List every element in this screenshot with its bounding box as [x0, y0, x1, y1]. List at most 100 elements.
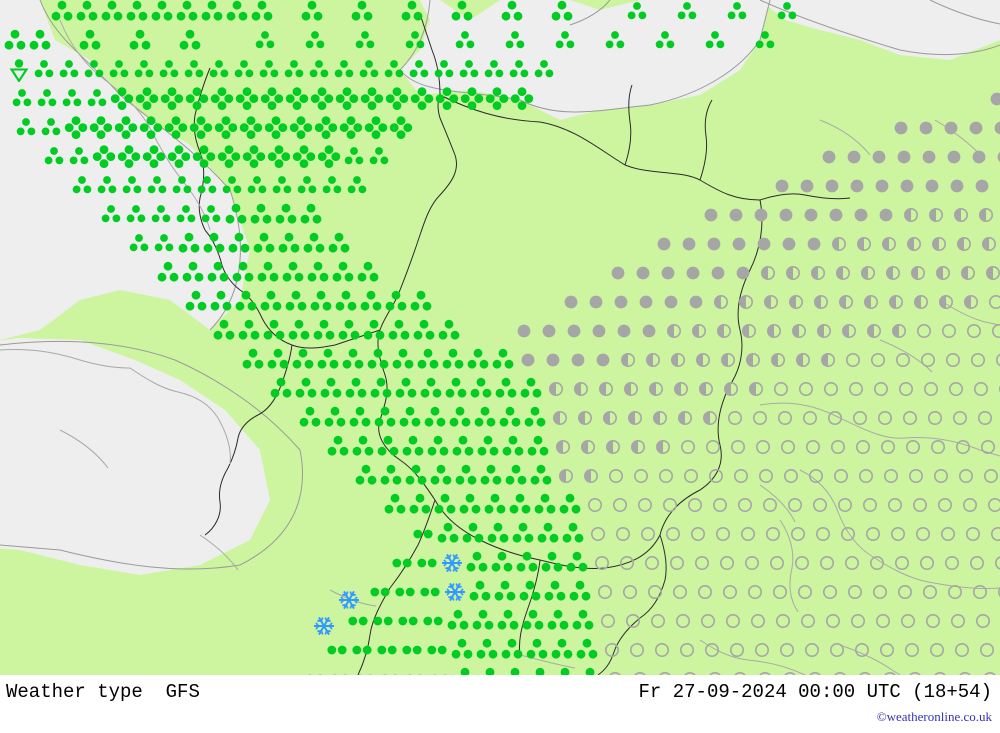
mostly-cloudy-icon: [499, 406, 520, 427]
station-symbol: [351, 435, 375, 459]
station-symbol: [202, 232, 226, 256]
partly-cloudy-disc-icon: [932, 237, 947, 251]
station-symbol: [648, 406, 672, 430]
clear-sky-icon: [709, 469, 724, 483]
partly-cloudy-disc-icon: [889, 295, 903, 309]
station-symbol: [729, 464, 753, 488]
clear-sky-icon: [959, 469, 974, 483]
station-symbol: [629, 464, 653, 488]
partly-cloudy-disc-icon: [720, 353, 735, 367]
partly-cloudy-disc-icon: [760, 266, 775, 280]
station-symbol: [371, 609, 395, 633]
partly-cloudy-disc-icon: [674, 382, 689, 396]
station-symbol: [478, 667, 502, 675]
station-symbol: [383, 493, 407, 517]
station-symbol: [858, 493, 882, 517]
station-symbol: [948, 406, 972, 430]
station-symbol: [482, 58, 506, 82]
partly-cloudy-disc-icon: [624, 382, 639, 396]
clear-sky-icon: [937, 498, 952, 512]
weather-map[interactable]: [0, 0, 1000, 675]
product-title-text: Weather type: [6, 681, 143, 703]
product-title: Weather type GFS: [6, 681, 200, 703]
cloud-small-icon: [62, 89, 82, 107]
overcast-disc-icon: [829, 208, 843, 222]
clear-sky-icon: [859, 672, 871, 675]
station-symbol: [753, 29, 777, 53]
station-symbol: [693, 580, 717, 604]
clear-sky-icon: [920, 353, 935, 367]
overcast-disc-icon: [521, 353, 535, 367]
station-symbol: [586, 522, 610, 546]
station-symbol: [765, 551, 789, 575]
clear-sky-icon: [773, 585, 787, 599]
station-symbol: [396, 609, 420, 633]
partly-cloudy-disc-icon: [702, 411, 717, 425]
mostly-cloudy-icon: [225, 203, 247, 224]
mostly-cloudy-icon: [295, 377, 317, 398]
partly-cloudy-disc-icon: [910, 266, 925, 280]
station-symbol: [677, 232, 701, 256]
station-symbol: [471, 609, 495, 633]
clear-sky-icon: [809, 672, 821, 675]
station-symbol: [450, 638, 474, 662]
mostly-cloudy-icon: [576, 638, 598, 659]
partly-cloudy-disc-icon: [857, 237, 872, 251]
station-symbol: [726, 435, 750, 459]
mostly-cloudy-icon: [301, 0, 323, 21]
clear-sky-icon: [604, 643, 619, 657]
model-name: GFS: [165, 681, 200, 703]
cloudy-overcast-icon: [235, 87, 259, 110]
station-symbol: [911, 522, 935, 546]
station-symbol: [604, 464, 628, 488]
cloud-small-icon: [109, 60, 129, 78]
mostly-cloudy-icon: [263, 319, 285, 340]
clear-sky-icon: [987, 498, 1000, 512]
clear-sky-icon: [852, 411, 867, 425]
station-symbol: [848, 406, 872, 430]
station-symbol: [795, 174, 819, 198]
cloud-small-icon: [627, 2, 647, 20]
station-symbol: [284, 290, 308, 314]
station-symbol: [536, 522, 560, 546]
clear-sky-icon: [856, 440, 870, 454]
station-symbol: [95, 174, 119, 198]
mostly-cloudy-icon: [467, 348, 489, 369]
station-symbol: [946, 609, 970, 633]
partly-cloudy-green-icon: [416, 558, 437, 568]
station-symbol: [801, 435, 825, 459]
station-symbol: [709, 290, 733, 314]
station-symbol: [826, 435, 850, 459]
mostly-cloudy-icon: [447, 609, 469, 630]
station-symbol: [303, 667, 327, 675]
mostly-cloudy-icon: [367, 348, 389, 369]
clear-sky-icon: [806, 440, 820, 454]
station-symbol: [637, 319, 661, 343]
clear-sky-icon: [919, 556, 934, 570]
station-symbol: [232, 58, 256, 82]
station-symbol: [612, 319, 636, 343]
station-symbol: [818, 580, 842, 604]
mostly-cloudy-icon: [585, 667, 595, 675]
clear-sky-icon: [619, 556, 634, 570]
overcast-disc-icon: [611, 266, 624, 280]
station-symbol: [325, 638, 349, 662]
clear-sky-icon: [769, 556, 784, 570]
station-symbol: [378, 667, 402, 675]
clear-sky-icon: [809, 469, 824, 483]
station-symbol: [285, 87, 309, 111]
overcast-disc-icon: [661, 266, 674, 280]
station-symbol: [761, 522, 785, 546]
station-symbol: [225, 0, 249, 24]
station-symbol: [3, 29, 27, 53]
clear-sky-icon: [719, 556, 734, 570]
station-symbol: [698, 406, 722, 430]
station-symbol: [533, 493, 557, 517]
mostly-cloudy-icon: [360, 290, 382, 311]
station-symbol: [32, 58, 56, 82]
station-symbol: [608, 493, 632, 517]
station-symbol: [369, 377, 393, 401]
station-symbol: [548, 406, 572, 430]
station-symbol: [309, 290, 333, 314]
station-symbol: [299, 203, 323, 227]
